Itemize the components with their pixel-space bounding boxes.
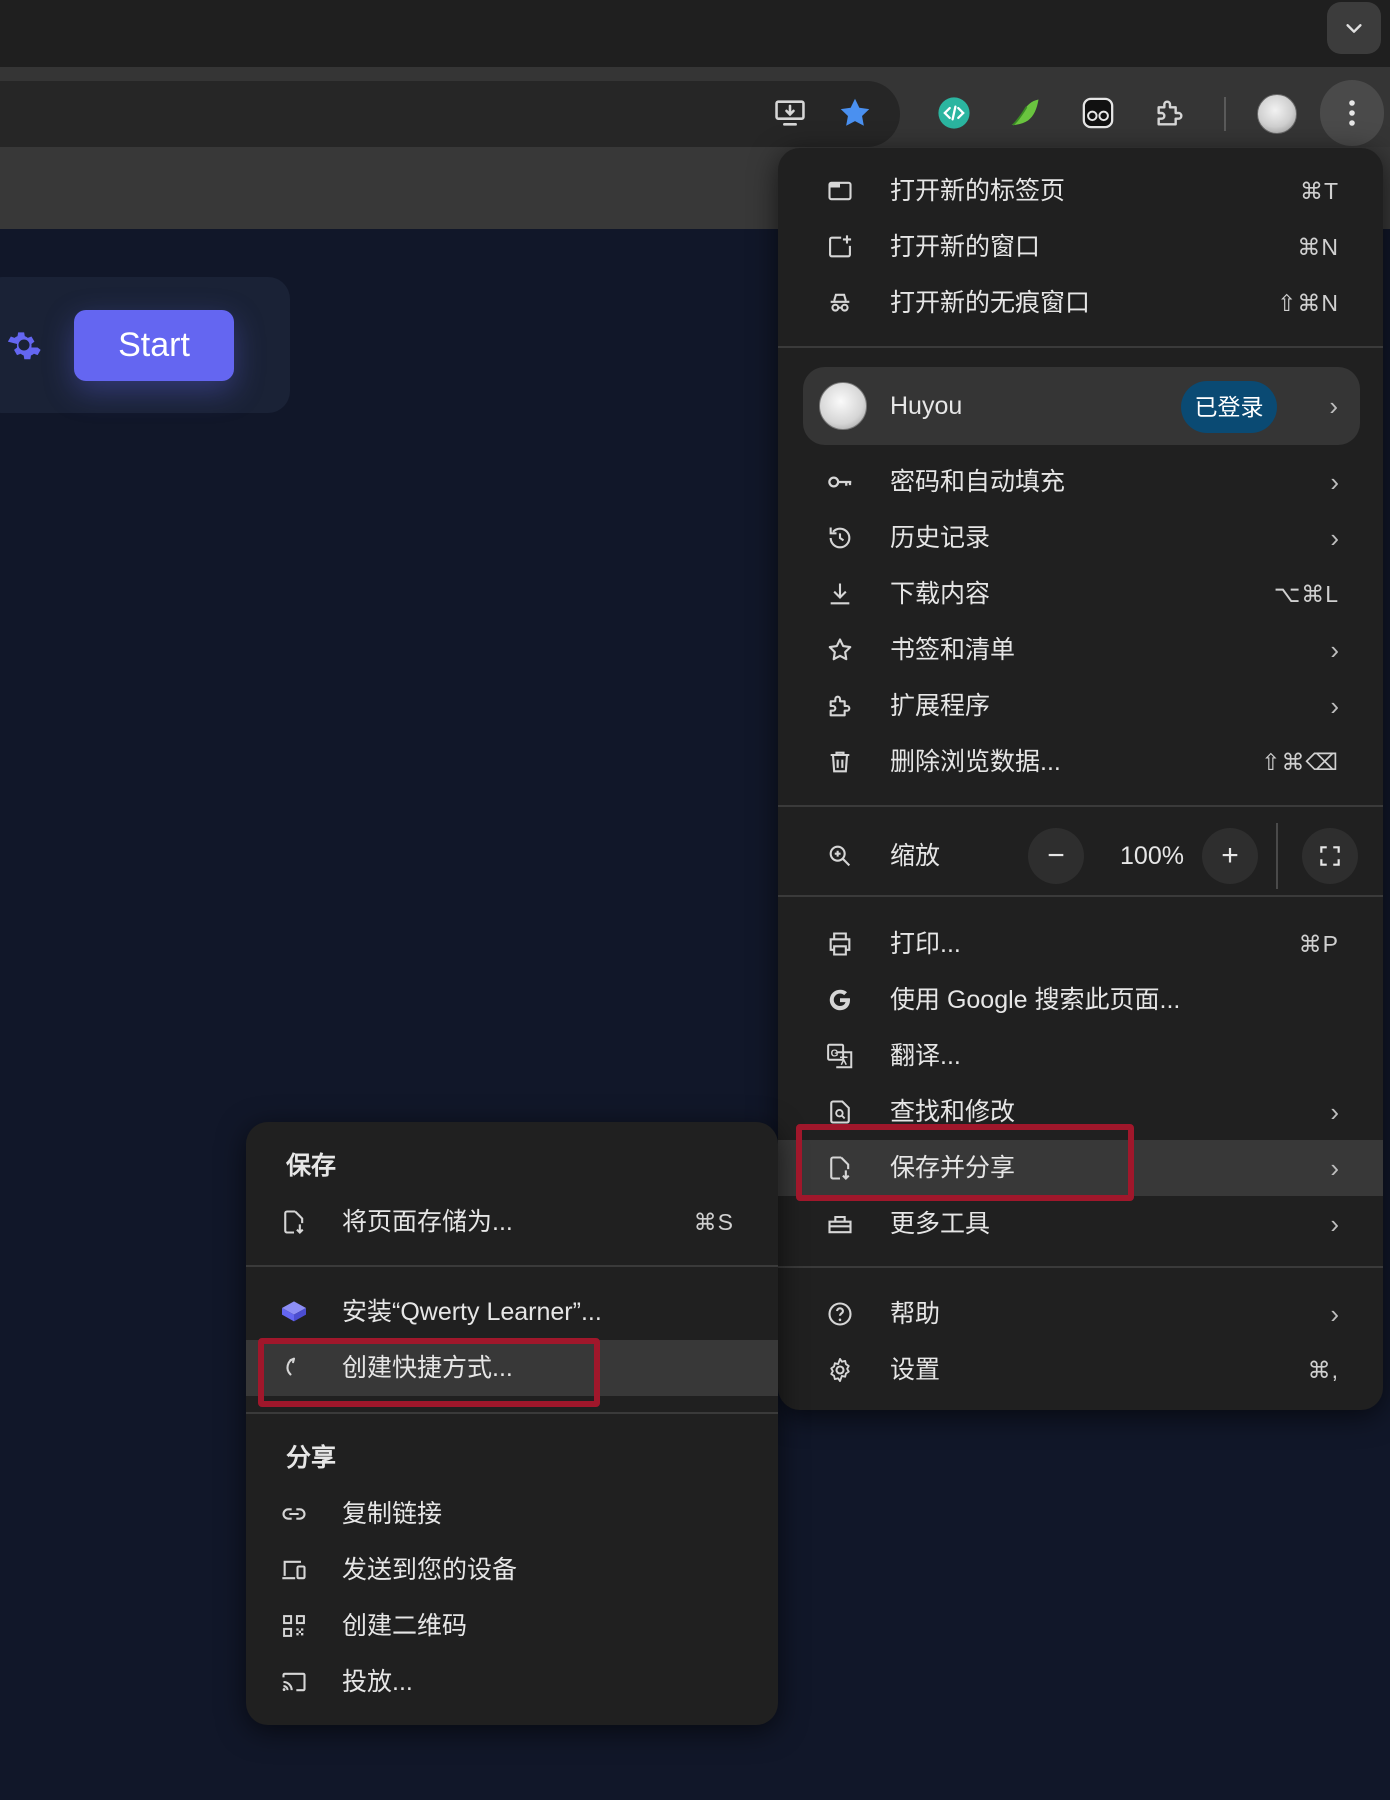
menu-item-install-app[interactable]: 安装“Qwerty Learner”... [246, 1284, 778, 1340]
history-icon [824, 522, 856, 554]
menu-item-new-window[interactable]: 打开新的窗口 ⌘N [778, 219, 1383, 275]
menu-divider [778, 346, 1383, 348]
menu-item-settings[interactable]: 设置 ⌘, [778, 1342, 1383, 1398]
menu-divider [778, 805, 1383, 807]
menu-divider [778, 895, 1383, 897]
zoom-level: 100% [1120, 842, 1184, 870]
menu-divider [246, 1265, 778, 1267]
chevron-right-icon: › [1330, 1097, 1339, 1127]
cast-icon [278, 1666, 310, 1698]
avatar [819, 382, 867, 430]
install-app-icon[interactable] [770, 93, 810, 133]
toolbox-icon [824, 1208, 856, 1240]
trash-icon [824, 746, 856, 778]
settings-icon [824, 1354, 856, 1386]
new-window-icon [824, 231, 856, 263]
profile-row[interactable]: Huyou 已登录 › [803, 367, 1360, 445]
menu-item-passwords[interactable]: 密码和自动填充 › [778, 454, 1383, 510]
new-tab-icon [824, 175, 856, 207]
menu-item-help[interactable]: 帮助 › [778, 1286, 1383, 1342]
devices-icon [278, 1554, 310, 1586]
star-outline-icon [824, 634, 856, 666]
chevron-right-icon: › [1330, 467, 1339, 497]
tab-strip [0, 0, 1390, 67]
profile-avatar[interactable] [1256, 93, 1298, 135]
menu-item-more-tools[interactable]: 更多工具 › [778, 1196, 1383, 1252]
puzzle-icon [824, 690, 856, 722]
google-icon [824, 984, 856, 1016]
start-button[interactable]: Start [74, 310, 234, 381]
svg-text:G: G [831, 1049, 839, 1060]
kebab-menu-icon[interactable] [1320, 80, 1384, 146]
menu-item-google-search[interactable]: 使用 Google 搜索此页面... [778, 972, 1383, 1028]
chevron-right-icon: › [1330, 1299, 1339, 1329]
extensions-puzzle-icon[interactable] [1150, 93, 1190, 133]
zoom-out-button[interactable]: − [1028, 828, 1084, 884]
menu-item-history[interactable]: 历史记录 › [778, 510, 1383, 566]
chevron-right-icon: › [1330, 523, 1339, 553]
print-icon [824, 928, 856, 960]
highlight-box-save-share [796, 1124, 1134, 1201]
menu-item-bookmarks[interactable]: 书签和清单 › [778, 622, 1383, 678]
key-icon [824, 466, 856, 498]
link-icon [278, 1498, 310, 1530]
chevron-right-icon: › [1329, 391, 1338, 421]
help-icon [824, 1298, 856, 1330]
qwerty-learner-app-icon [278, 1296, 310, 1328]
incognito-icon [824, 287, 856, 319]
fullscreen-icon [1320, 846, 1340, 866]
menu-divider [778, 1266, 1383, 1268]
code-extension-icon[interactable] [934, 93, 974, 133]
toolbar-divider [1224, 97, 1226, 131]
menu-item-incognito[interactable]: 打开新的无痕窗口 ⇧⌘N [778, 275, 1383, 331]
chevron-right-icon: › [1330, 691, 1339, 721]
menu-item-qr-code[interactable]: 创建二维码 [246, 1598, 778, 1654]
menu-item-print[interactable]: 打印... ⌘P [778, 916, 1383, 972]
menu-item-new-tab[interactable]: 打开新的标签页 ⌘T [778, 163, 1383, 219]
chevron-right-icon: › [1330, 635, 1339, 665]
fullscreen-button[interactable] [1302, 828, 1358, 884]
save-page-icon [278, 1206, 310, 1238]
panda-extension-icon[interactable] [1078, 93, 1118, 133]
menu-item-save-page[interactable]: 将页面存储为... ⌘S [246, 1194, 778, 1250]
menu-item-copy-link[interactable]: 复制链接 [246, 1486, 778, 1542]
save-share-submenu: 保存 将页面存储为... ⌘S 安装“Qwerty Learner”... 创建… [246, 1122, 778, 1725]
chevron-right-icon: › [1330, 1153, 1339, 1183]
share-section-header: 分享 [286, 1444, 337, 1472]
zoom-in-button[interactable]: + [1202, 828, 1258, 884]
tab-search-button[interactable] [1327, 2, 1381, 54]
leaf-extension-icon[interactable] [1005, 93, 1045, 133]
highlight-box-create-shortcut [258, 1338, 600, 1407]
settings-gear-icon[interactable] [4, 325, 44, 365]
save-section-header: 保存 [286, 1152, 337, 1180]
chevron-right-icon: › [1330, 1209, 1339, 1239]
menu-divider [246, 1412, 778, 1414]
menu-item-clear-data[interactable]: 删除浏览数据... ⇧⌘⌫ [778, 734, 1383, 790]
qr-code-icon [278, 1610, 310, 1642]
chrome-main-menu: 打开新的标签页 ⌘T 打开新的窗口 ⌘N 打开新的无痕窗口 ⇧⌘N Huyou … [778, 148, 1383, 1410]
menu-item-cast[interactable]: 投放... [246, 1654, 778, 1710]
signed-in-badge: 已登录 [1181, 381, 1277, 433]
zoom-icon [824, 840, 856, 872]
menu-item-downloads[interactable]: 下载内容 ⌥⌘L [778, 566, 1383, 622]
translate-icon: G [824, 1040, 856, 1072]
menu-item-extensions[interactable]: 扩展程序 › [778, 678, 1383, 734]
menu-item-translate[interactable]: G 翻译... [778, 1028, 1383, 1084]
address-bar[interactable] [0, 81, 900, 147]
download-icon [824, 578, 856, 610]
chevron-down-icon [1346, 24, 1362, 33]
menu-item-send-to-devices[interactable]: 发送到您的设备 [246, 1542, 778, 1598]
zoom-divider [1276, 823, 1278, 889]
bookmark-star-icon[interactable] [834, 92, 876, 134]
